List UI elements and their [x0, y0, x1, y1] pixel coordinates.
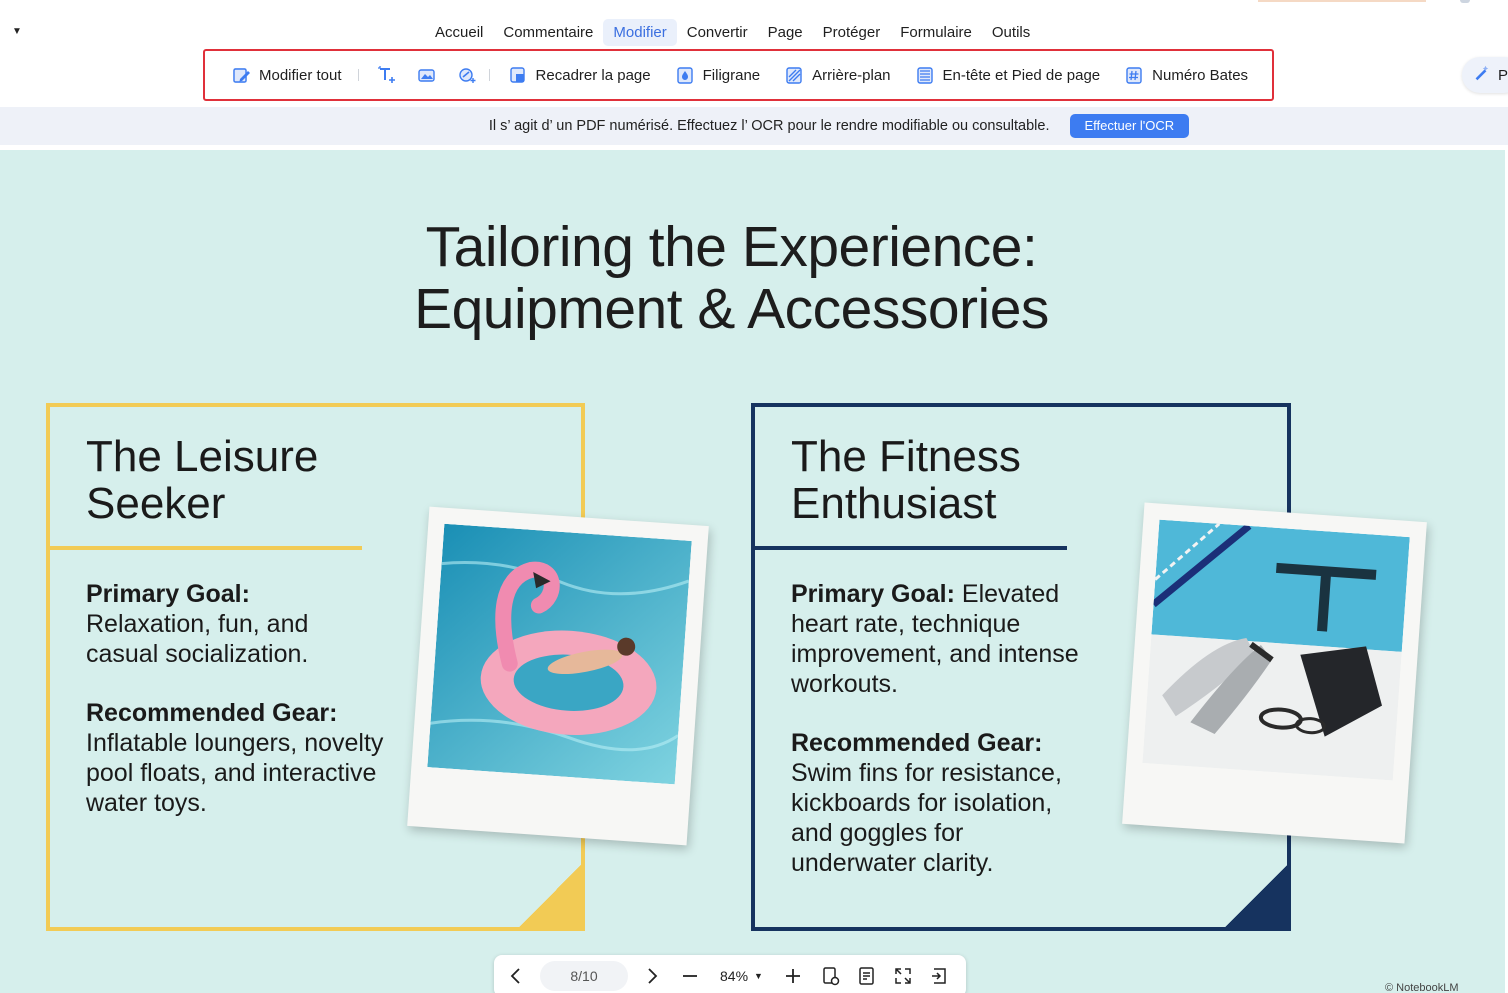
plus-icon: [785, 969, 800, 983]
page-layout-button[interactable]: [855, 964, 879, 988]
exit-fullscreen-button[interactable]: [927, 964, 951, 988]
crop-icon: [508, 65, 528, 85]
minus-icon: [683, 975, 697, 977]
page-view-icon: [823, 967, 840, 986]
swim-fins-kickboard-image: [1142, 519, 1410, 781]
leisure-gear-text: Inflatable loungers, novelty pool floats…: [86, 729, 384, 817]
bates-number-button[interactable]: Numéro Bates: [1124, 65, 1248, 85]
main-menu: Accueil Commentaire Modifier Convertir P…: [425, 19, 1040, 46]
leisure-heading-line-2: Seeker: [86, 479, 226, 528]
expand-icon: [895, 968, 911, 984]
link-icon: [457, 65, 477, 85]
header-footer-icon: [915, 65, 935, 85]
menu-proteger[interactable]: Protéger: [813, 19, 891, 46]
pool-flamingo-image: [427, 523, 692, 785]
add-text-button[interactable]: [377, 65, 397, 85]
add-image-button[interactable]: [417, 65, 437, 85]
add-image-icon: [417, 65, 437, 85]
fitness-gear-text: Swim fins for resistance, kickboards for…: [791, 759, 1062, 877]
window-control[interactable]: [1460, 0, 1470, 3]
ai-tool-label: P: [1498, 66, 1508, 84]
leisure-goal-text: Relaxation, fun, and casual socializatio…: [86, 610, 309, 668]
leisure-divider: [46, 546, 362, 550]
header-footer-label: En-tête et Pied de page: [942, 66, 1101, 84]
add-link-button[interactable]: [457, 65, 477, 85]
swim-gear-photo: [1122, 502, 1427, 844]
menu-modifier[interactable]: Modifier: [603, 19, 677, 46]
background-button[interactable]: Arrière-plan: [784, 65, 891, 85]
chevron-right-icon: [648, 968, 658, 984]
background-label: Arrière-plan: [812, 66, 891, 84]
edit-all-button[interactable]: Modifier tout: [231, 65, 342, 85]
add-text-icon: [377, 65, 397, 85]
fitness-goal-label: Primary Goal:: [791, 580, 955, 608]
bates-icon: [1124, 65, 1144, 85]
top-accent-strip: [1258, 0, 1426, 2]
perform-ocr-button[interactable]: Effectuer l'OCR: [1069, 114, 1190, 138]
leisure-corner-accent: [515, 861, 585, 931]
view-mode-button[interactable]: [819, 964, 843, 988]
exit-icon: [931, 968, 946, 984]
slide-title-line-1: Tailoring the Experience:: [425, 215, 1038, 279]
zoom-dropdown-icon[interactable]: ▼: [754, 971, 763, 981]
leisure-heading-line-1: The Leisure: [86, 432, 319, 481]
fit-page-button[interactable]: [891, 964, 915, 988]
ai-tool-button[interactable]: P: [1462, 57, 1508, 93]
leisure-heading: The Leisure Seeker: [86, 433, 318, 527]
menu-accueil[interactable]: Accueil: [425, 19, 493, 46]
document-page: Tailoring the Experience: Equipment & Ac…: [0, 150, 1505, 993]
fitness-heading-line-1: The Fitness: [791, 432, 1021, 481]
zoom-out-button[interactable]: [678, 964, 702, 988]
watermark-button[interactable]: Filigrane: [675, 65, 761, 85]
ocr-banner: Il s’ agit d’ un PDF numérisé. Effectuez…: [0, 107, 1508, 145]
leisure-gear-label: Recommended Gear:: [86, 699, 338, 727]
magic-pen-icon: [1472, 64, 1490, 86]
crop-page-label: Recadrer la page: [535, 66, 651, 84]
bates-label: Numéro Bates: [1152, 66, 1249, 84]
background-icon: [784, 65, 804, 85]
caret-down-icon[interactable]: ▼: [12, 26, 22, 37]
edit-all-label: Modifier tout: [259, 66, 342, 84]
menu-page[interactable]: Page: [758, 19, 813, 46]
document-icon: [859, 967, 874, 985]
slide-title: Tailoring the Experience: Equipment & Ac…: [0, 216, 1463, 340]
watermark-icon: [675, 65, 695, 85]
fitness-divider: [751, 546, 1067, 550]
menu-commentaire[interactable]: Commentaire: [493, 19, 603, 46]
leisure-body: Primary Goal: Relaxation, fun, and casual…: [86, 579, 386, 847]
zoom-in-button[interactable]: [781, 964, 805, 988]
watermark-label: Filigrane: [702, 66, 761, 84]
header-footer-button[interactable]: En-tête et Pied de page: [915, 65, 1101, 85]
previous-page-button[interactable]: [504, 964, 528, 988]
slide-credit: © NotebookLM: [1385, 982, 1459, 993]
page-navigation-bar: 8/10 84% ▼: [494, 955, 966, 993]
menu-outils[interactable]: Outils: [982, 19, 1040, 46]
toolbar-separator: [488, 69, 490, 81]
toolbar-separator: [357, 69, 359, 81]
page-number-input[interactable]: 8/10: [540, 961, 628, 991]
edit-toolbar: Modifier tout Recadrer la page Filigrane…: [203, 49, 1274, 101]
menu-convertir[interactable]: Convertir: [677, 19, 758, 46]
zoom-level[interactable]: 84%: [720, 968, 748, 984]
ocr-message: Il s’ agit d’ un PDF numérisé. Effectuez…: [488, 118, 1050, 134]
menu-formulaire[interactable]: Formulaire: [890, 19, 982, 46]
top-bar: ▼ Accueil Commentaire Modifier Convertir…: [0, 0, 1508, 107]
flamingo-float-photo: [407, 506, 709, 846]
fitness-heading: The Fitness Enthusiast: [791, 433, 1021, 527]
fitness-heading-line-2: Enthusiast: [791, 479, 997, 528]
crop-page-button[interactable]: Recadrer la page: [508, 65, 651, 85]
slide-title-line-2: Equipment & Accessories: [414, 277, 1049, 341]
fitness-body: Primary Goal: Elevated heart rate, techn…: [791, 579, 1081, 907]
leisure-goal-label: Primary Goal:: [86, 580, 250, 608]
next-page-button[interactable]: [640, 964, 664, 988]
fitness-gear-label: Recommended Gear:: [791, 729, 1043, 757]
fitness-corner-accent: [1221, 861, 1291, 931]
chevron-left-icon: [510, 968, 520, 984]
edit-page-icon: [231, 65, 251, 85]
